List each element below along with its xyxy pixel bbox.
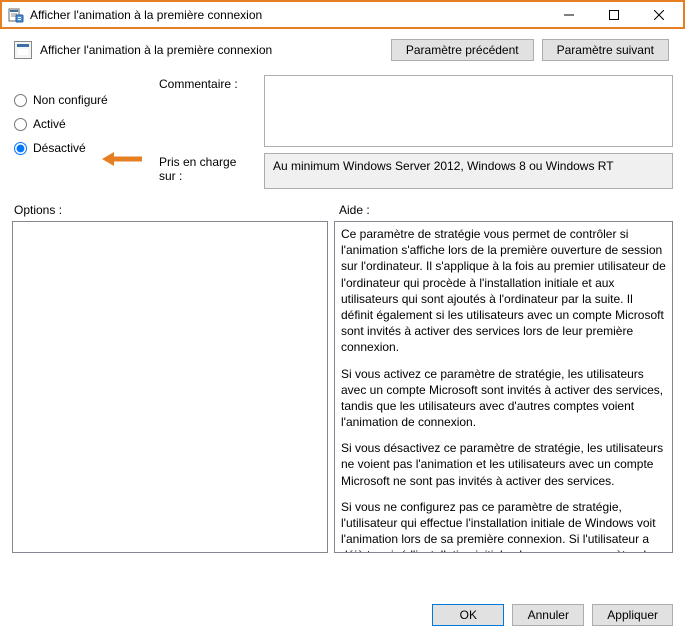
close-button[interactable] — [636, 2, 681, 27]
radio-enabled-label: Activé — [33, 117, 66, 131]
help-paragraph: Ce paramètre de stratégie vous permet de… — [341, 226, 666, 356]
close-icon — [654, 10, 664, 20]
radio-enabled[interactable]: Activé — [14, 117, 159, 131]
apply-button[interactable]: Appliquer — [592, 604, 673, 626]
maximize-button[interactable] — [591, 2, 636, 27]
header-row: Afficher l'animation à la première conne… — [0, 29, 685, 65]
supported-on-value: Au minimum Windows Server 2012, Windows … — [273, 159, 614, 173]
policy-icon — [14, 41, 32, 59]
cancel-button[interactable]: Annuler — [512, 604, 584, 626]
radio-not-configured-input[interactable] — [14, 94, 27, 107]
previous-setting-button[interactable]: Paramètre précédent — [391, 39, 534, 61]
policy-title: Afficher l'animation à la première conne… — [40, 43, 391, 57]
comment-field[interactable] — [264, 75, 673, 147]
maximize-icon — [609, 10, 619, 20]
radio-not-configured[interactable]: Non configuré — [14, 93, 159, 107]
help-paragraph: Si vous désactivez ce paramètre de strat… — [341, 440, 666, 489]
help-label: Aide : — [339, 203, 673, 217]
state-radio-group: Non configuré Activé Désactivé — [14, 75, 159, 189]
dialog-buttons: OK Annuler Appliquer — [0, 595, 685, 635]
options-label: Options : — [14, 203, 339, 217]
annotation-arrow — [102, 149, 142, 169]
next-setting-button[interactable]: Paramètre suivant — [542, 39, 669, 61]
ok-button[interactable]: OK — [432, 604, 504, 626]
minimize-icon — [564, 10, 574, 20]
gpo-policy-icon — [8, 7, 24, 23]
options-pane — [12, 221, 328, 553]
supported-on-label: Pris en charge sur : — [159, 153, 254, 183]
minimize-button[interactable] — [546, 2, 591, 27]
help-pane[interactable]: Ce paramètre de stratégie vous permet de… — [334, 221, 673, 553]
help-paragraph: Si vous activez ce paramètre de stratégi… — [341, 366, 666, 431]
radio-enabled-input[interactable] — [14, 118, 27, 131]
title-bar: Afficher l'animation à la première conne… — [0, 0, 685, 29]
help-paragraph: Si vous ne configurez pas ce paramètre d… — [341, 499, 666, 553]
window-title: Afficher l'animation à la première conne… — [30, 8, 546, 22]
radio-disabled-input[interactable] — [14, 142, 27, 155]
radio-disabled-label: Désactivé — [33, 141, 86, 155]
comment-label: Commentaire : — [159, 75, 254, 91]
radio-not-configured-label: Non configuré — [33, 93, 108, 107]
supported-on-field: Au minimum Windows Server 2012, Windows … — [264, 153, 673, 189]
